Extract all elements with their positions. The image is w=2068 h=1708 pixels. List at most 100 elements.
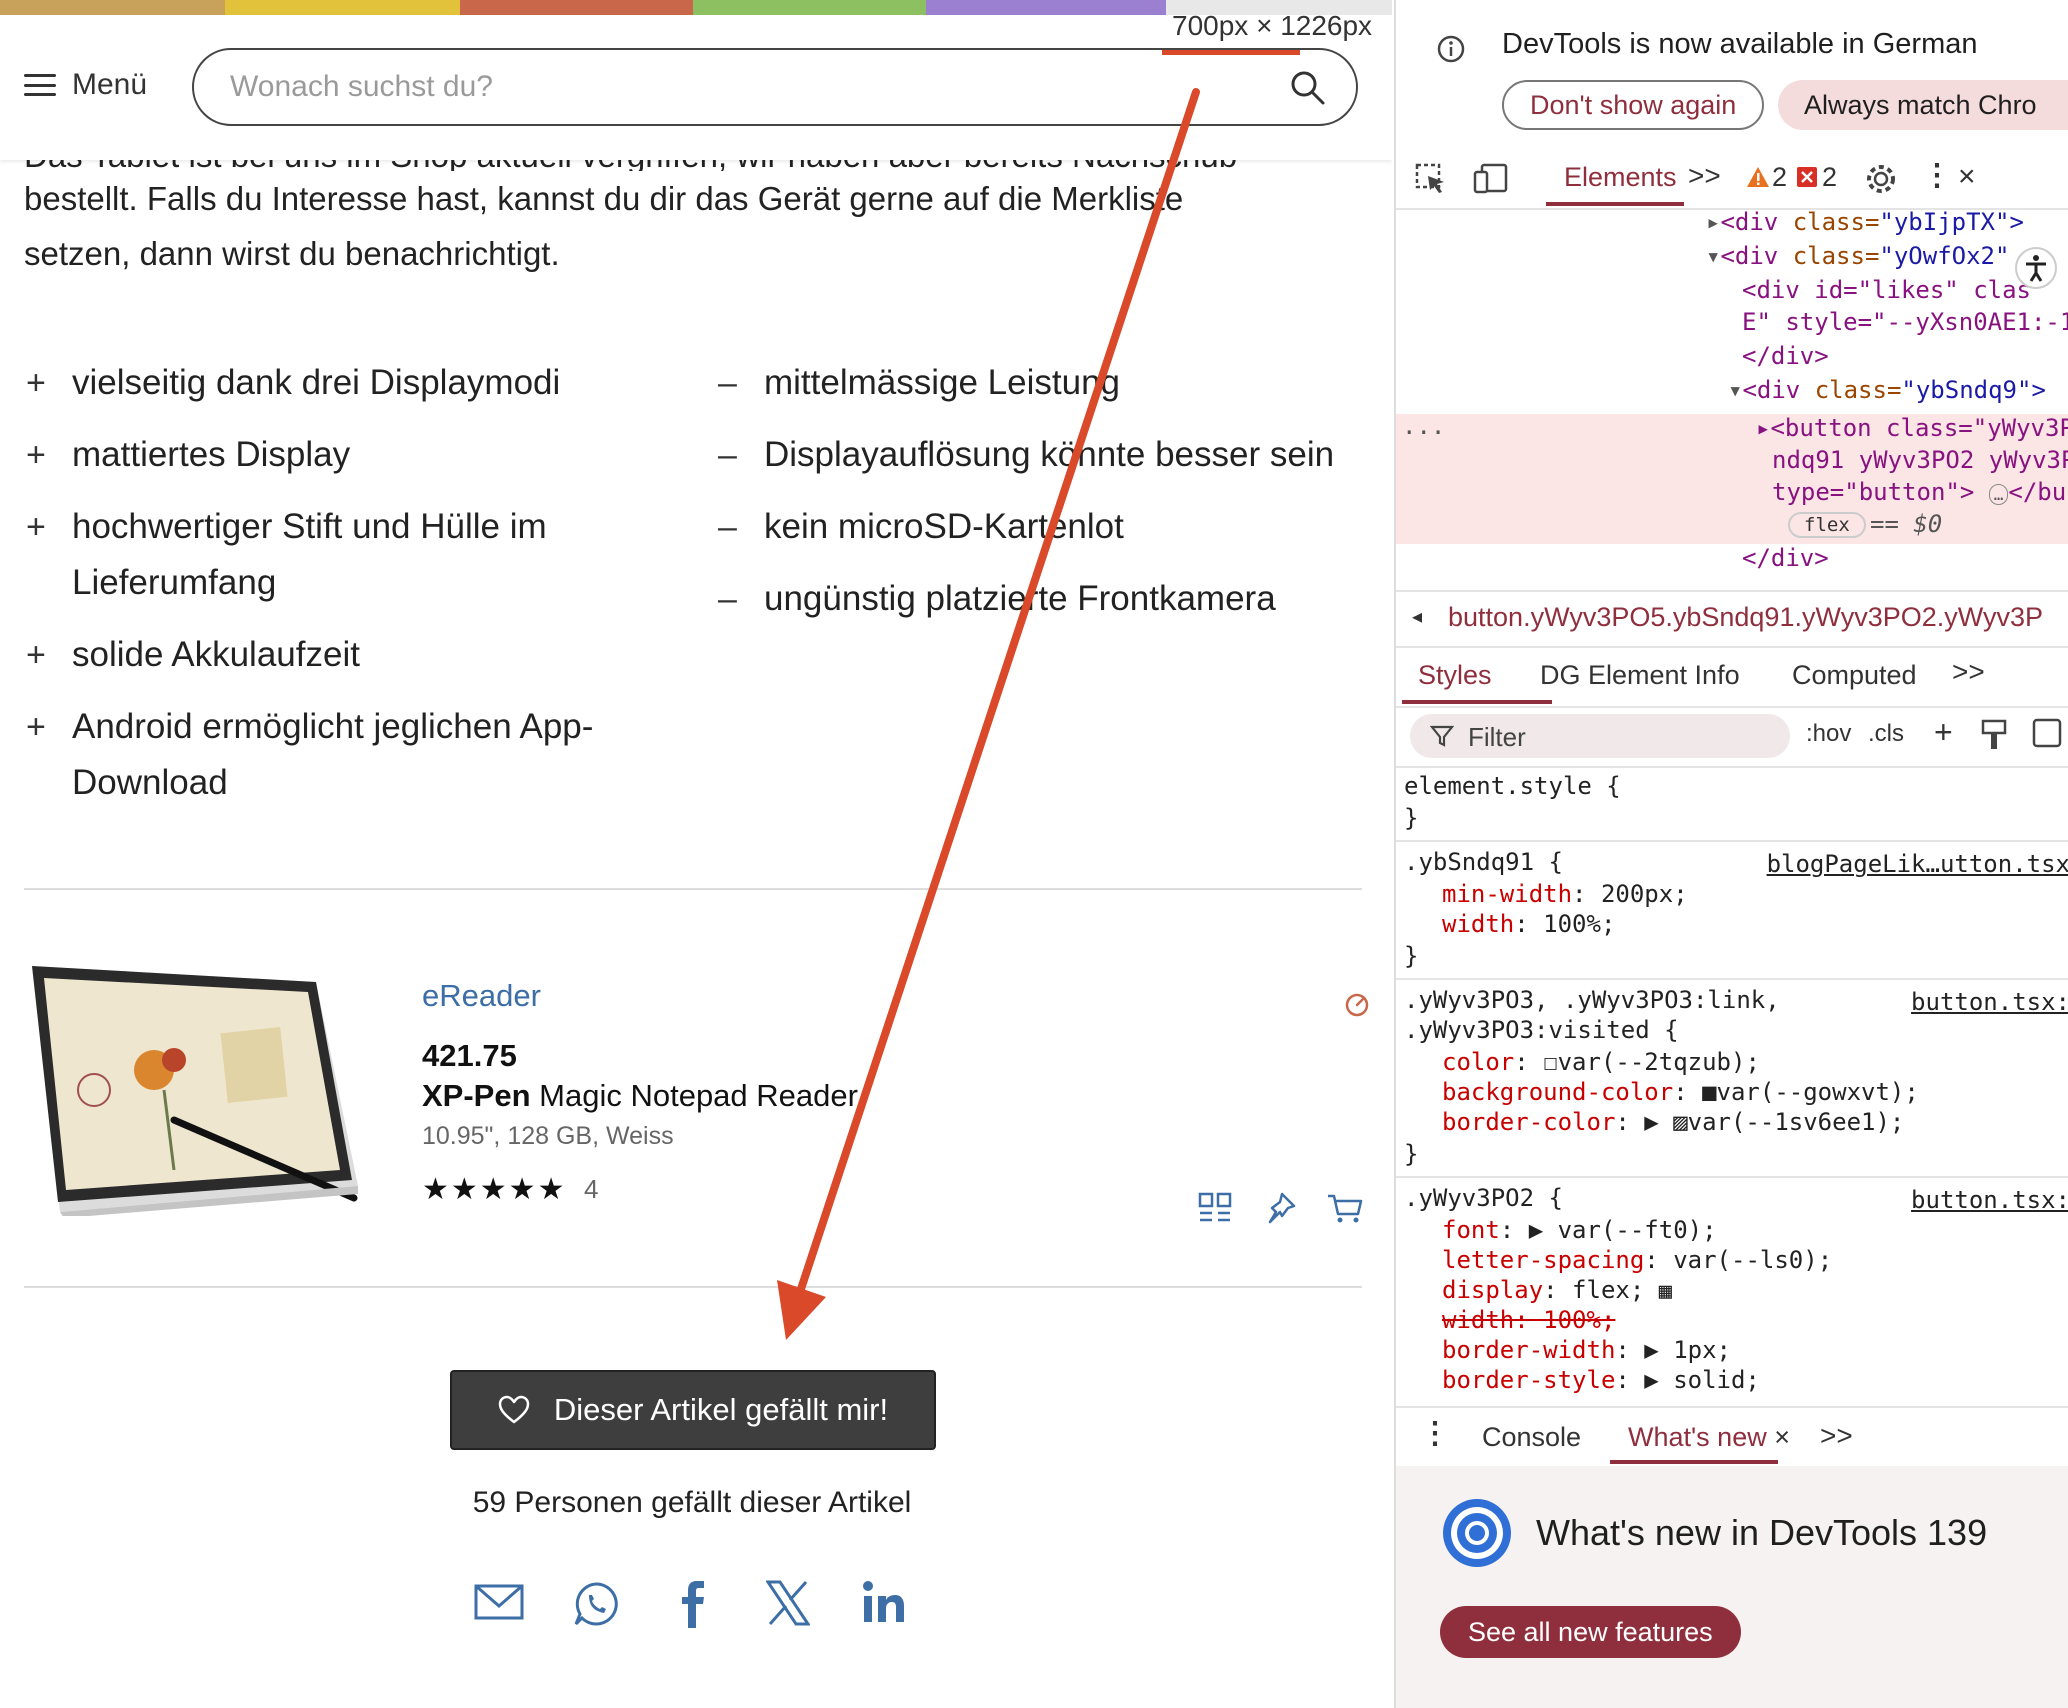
divider xyxy=(24,1286,1362,1288)
dom-node[interactable]: ▸<div class="ybIjpTX"> xyxy=(1706,208,2024,236)
facebook-icon[interactable] xyxy=(678,1580,708,1630)
review-count[interactable]: 4 xyxy=(584,1174,598,1205)
plus-sign: + xyxy=(26,364,46,402)
always-match-button[interactable]: Always match Chro xyxy=(1778,80,2068,130)
close-devtools-icon[interactable]: × xyxy=(1958,160,1976,194)
mail-icon[interactable] xyxy=(474,1580,524,1624)
breadcrumb-back-icon[interactable]: ◂ xyxy=(1412,604,1422,629)
style-source-link[interactable]: blogPageLik…utton.tsx xyxy=(1767,850,2068,878)
dont-show-again-button[interactable]: Don't show again xyxy=(1502,80,1765,130)
devtools-toolbar: Elements >> 2 2 ⋮ × xyxy=(1396,148,2068,210)
con-text: kein microSD-Kartenlot xyxy=(764,507,1124,546)
paint-brush-icon[interactable] xyxy=(1980,718,2008,752)
style-rule-selector[interactable]: .yWyv3PO2 { xyxy=(1404,1184,1563,1212)
cart-icon[interactable] xyxy=(1326,1190,1364,1226)
language-banner-text: DevTools is now available in German xyxy=(1502,28,1978,60)
search-icon[interactable] xyxy=(1288,68,1328,108)
whatsapp-icon[interactable] xyxy=(572,1580,620,1628)
drawer-menu-icon[interactable]: ⋮ xyxy=(1420,1416,1450,1451)
dom-node[interactable]: ▾<div class="yOwfOx2" xyxy=(1706,242,2009,270)
dom-node[interactable]: <div id="likes" clas xyxy=(1742,276,2031,304)
style-declaration[interactable]: border-style: ▶ solid; xyxy=(1442,1366,1760,1394)
style-source-link[interactable]: button.tsx: xyxy=(1911,988,2068,1016)
dom-node-continued: type="button"> … </bu xyxy=(1772,478,2067,506)
plus-sign: + xyxy=(26,708,46,746)
tab-whats-new[interactable]: What's new × xyxy=(1628,1422,1790,1453)
style-declaration[interactable]: display: flex; ▦ xyxy=(1442,1276,1672,1304)
error-count[interactable]: 2 xyxy=(1822,162,1837,193)
style-declaration[interactable]: color: ☐var(--2tqzub); xyxy=(1442,1048,1760,1076)
tab-computed[interactable]: Computed xyxy=(1792,660,1917,691)
minus-sign: – xyxy=(718,364,737,402)
product-name[interactable]: XP-Pen Magic Notepad Reader xyxy=(422,1078,858,1114)
warning-icon[interactable] xyxy=(1746,166,1770,188)
style-declaration[interactable]: min-width: 200px; xyxy=(1442,880,1688,908)
con-text: mittelmässige Leistung xyxy=(764,363,1120,402)
style-declaration[interactable]: background-color: ■var(--gowxvt); xyxy=(1442,1078,1919,1106)
style-rule-selector[interactable]: .yWyv3PO3, .yWyv3PO3:link, xyxy=(1404,986,1780,1014)
style-declaration[interactable]: border-color: ▶ ▨var(--1sv6ee1); xyxy=(1442,1108,1904,1136)
more-tabs-chevron-icon[interactable]: >> xyxy=(1688,160,1721,192)
like-button[interactable]: Dieser Artikel gefällt mir! xyxy=(450,1370,936,1450)
device-toolbar-icon[interactable] xyxy=(1472,162,1510,196)
style-declaration[interactable]: border-width: ▶ 1px; xyxy=(1442,1336,1731,1364)
minus-sign: – xyxy=(718,436,737,474)
error-icon[interactable] xyxy=(1796,166,1818,188)
style-rule-selector[interactable]: element.style { xyxy=(1404,772,1621,800)
tab-elements[interactable]: Elements xyxy=(1564,162,1677,193)
sidebar-toggle-icon[interactable] xyxy=(2032,718,2062,748)
hov-toggle[interactable]: :hov xyxy=(1806,720,1851,748)
selected-dom-node[interactable]: ▸<button class="yWyv3P xyxy=(1756,414,2068,442)
linkedin-icon[interactable] xyxy=(862,1580,906,1624)
settings-gear-icon[interactable] xyxy=(1864,162,1898,196)
breadcrumb: ◂ button.yWyv3PO5.ybSndq91.yWyv3PO2.yWyv… xyxy=(1396,590,2068,648)
style-rule-selector[interactable]: .yWyv3PO3:visited { xyxy=(1404,1016,1679,1044)
search-input[interactable]: Wonach suchst du? xyxy=(192,48,1358,126)
cls-toggle[interactable]: .cls xyxy=(1868,720,1904,748)
con-item: – mittelmässige Leistung xyxy=(718,355,1120,411)
pro-item: + Android ermöglicht jeglichen App- Downl… xyxy=(26,699,593,811)
close-tab-icon[interactable]: × xyxy=(1774,1422,1790,1452)
like-button-label: Dieser Artikel gefällt mir! xyxy=(553,1392,889,1427)
menu-button[interactable]: Menü xyxy=(24,68,147,102)
inspect-element-icon[interactable] xyxy=(1414,162,1448,196)
accessibility-icon[interactable] xyxy=(2014,246,2058,290)
styles-filter-bar: Filter :hov .cls + xyxy=(1396,706,2068,768)
product-image[interactable] xyxy=(24,960,360,1216)
compare-icon[interactable] xyxy=(1198,1192,1234,1224)
con-text: Displayauflösung könnte besser sein xyxy=(764,435,1335,474)
node-ellipsis[interactable]: ... xyxy=(1402,412,1445,440)
filter-input[interactable]: Filter xyxy=(1410,714,1790,758)
rule-divider xyxy=(1396,978,2068,980)
see-all-features-button[interactable]: See all new features xyxy=(1440,1606,1741,1658)
style-declaration[interactable]: letter-spacing: var(--ls0); xyxy=(1442,1246,1832,1274)
kebab-menu-icon[interactable]: ⋮ xyxy=(1922,158,1952,193)
flex-editor-icon[interactable]: ▦ xyxy=(1659,1279,1672,1304)
rating-stars: ★★★★★ xyxy=(422,1172,567,1207)
style-rule-selector[interactable]: .ybSndq91 { xyxy=(1404,848,1563,876)
style-declaration[interactable]: width: 100%; xyxy=(1442,910,1615,938)
dom-node[interactable]: ▾<div class="ybSndq9"> xyxy=(1728,376,2046,404)
warning-count[interactable]: 2 xyxy=(1772,162,1787,193)
new-style-rule-icon[interactable]: + xyxy=(1934,714,1953,751)
style-source-link[interactable]: button.tsx: xyxy=(1911,1186,2068,1214)
product-category[interactable]: eReader xyxy=(422,978,541,1014)
product-brand: XP-Pen xyxy=(422,1078,531,1113)
more-drawer-tabs-chevron-icon[interactable]: >> xyxy=(1820,1420,1853,1452)
chrome-devtools-logo-icon xyxy=(1443,1499,1511,1567)
overridden-declaration[interactable]: width: 100%; xyxy=(1442,1306,1615,1334)
dom-node-continued: ndq91 yWyv3PO2 yWyv3P xyxy=(1772,446,2068,474)
tab-styles[interactable]: Styles xyxy=(1418,660,1492,691)
tab-console[interactable]: Console xyxy=(1482,1422,1581,1453)
flex-badge[interactable]: flex xyxy=(1788,512,1866,538)
breadcrumb-item[interactable]: button.yWyv3PO5.ybSndq91.yWyv3PO2.yWyv3P xyxy=(1448,602,2043,633)
hamburger-icon xyxy=(24,74,56,96)
more-subtabs-chevron-icon[interactable]: >> xyxy=(1952,656,1985,688)
con-item: – ungünstig platzierte Frontkamera xyxy=(718,571,1276,627)
dom-close-tag: </div> xyxy=(1742,544,1829,572)
pin-icon[interactable] xyxy=(1262,1190,1298,1226)
x-icon[interactable] xyxy=(766,1580,810,1626)
intro-line: setzen, dann wirst du benachrichtigt. xyxy=(24,235,560,272)
tab-dg-element-info[interactable]: DG Element Info xyxy=(1540,660,1740,691)
style-declaration[interactable]: font: ▶ var(--ft0); xyxy=(1442,1216,1717,1244)
